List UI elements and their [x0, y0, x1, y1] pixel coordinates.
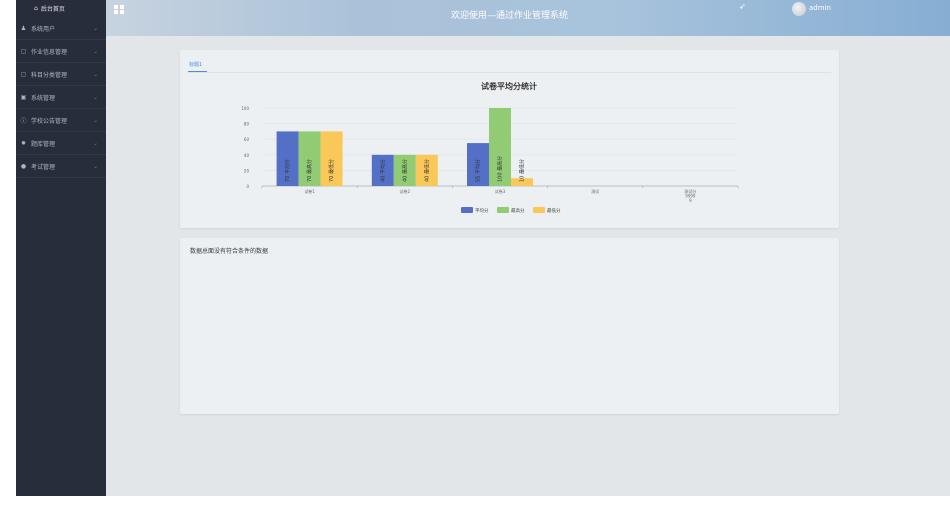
sidebar-item-label: 题库管理 — [31, 140, 56, 148]
bar-data-label: 70 最低分 — [328, 159, 335, 182]
user-avatar[interactable] — [792, 2, 806, 16]
bar-data-label: 70 平均分 — [284, 159, 291, 182]
empty-data-message: 数据总面没有符合条件的数据 — [190, 248, 269, 255]
chevron-down-icon: ⌄ — [92, 139, 98, 147]
x-tick-label: 试卷3 — [495, 188, 506, 194]
sidebar-item-5[interactable]: ⓘ 学校公告管理 ⌄ — [16, 109, 106, 132]
cursor-icon: ➶ — [739, 2, 746, 11]
info-icon: ⓘ — [20, 117, 27, 125]
sidebar-item-label: 考试管理 — [31, 163, 56, 171]
sidebar-item-3[interactable]: ▢ 科目分类管理 ⌄ — [16, 63, 106, 86]
legend-label: 最低分 — [547, 207, 561, 214]
pin-icon: ● — [20, 162, 27, 170]
legend-label: 最高分 — [511, 207, 525, 214]
data-card: 数据总面没有符合条件的数据 — [180, 238, 839, 414]
legend-swatch — [533, 207, 545, 213]
sidebar: ⌂ 后台首页 ♟ 系统用户 ⌄ ▢ 作业信息管理 ⌄ ▢ 科目分类管理 ⌄ ▣ 系统管理 ⌄ ⓘ 学校公告… — [16, 0, 106, 496]
sidebar-item-4[interactable]: ▣ 系统管理 ⌄ — [16, 86, 106, 109]
y-tick-label: 20 — [244, 168, 250, 173]
bar-data-label: 40 最高分 — [401, 159, 408, 182]
bar-data-label: 40 平均分 — [379, 159, 386, 182]
app-frame: ⌂ 后台首页 ♟ 系统用户 ⌄ ▢ 作业信息管理 ⌄ ▢ 科目分类管理 ⌄ ▣ 系统管理 ⌄ ⓘ 学校公告… — [16, 0, 950, 496]
folder-icon: ▢ — [20, 70, 27, 78]
sidebar-item-6[interactable]: ✹ 题库管理 ⌄ — [16, 132, 106, 155]
sidebar-item-2[interactable]: ▢ 作业信息管理 ⌄ — [16, 40, 106, 63]
bar-data-label: 70 最高分 — [306, 159, 313, 182]
chart-title: 试卷平均分统计 — [481, 81, 537, 91]
admin-username[interactable]: admin — [809, 4, 831, 12]
grid-menu-icon[interactable] — [114, 5, 124, 14]
top-header: 欢迎使用—通过作业管理系统 ➶ admin — [106, 0, 950, 36]
chevron-down-icon: ⌄ — [92, 47, 98, 55]
sidebar-item-label: 作业信息管理 — [31, 48, 68, 56]
sidebar-item-label: 科目分类管理 — [31, 71, 68, 79]
legend-label: 平均分 — [475, 207, 489, 214]
bar-data-label: 100 最高分 — [497, 156, 504, 182]
sidebar-home-label: 后台首页 — [40, 6, 65, 13]
legend-swatch — [497, 207, 509, 213]
legend-swatch — [461, 207, 473, 213]
home-icon: ⌂ — [34, 5, 38, 12]
chevron-down-icon: ⌄ — [92, 93, 98, 101]
chevron-down-icon: ⌄ — [92, 162, 98, 170]
bar-data-label: 10 最低分 — [519, 159, 526, 182]
document-icon: ▢ — [20, 47, 27, 55]
x-tick-label: 测试 — [591, 188, 599, 194]
gear-icon: ✹ — [20, 139, 27, 147]
welcome-title: 欢迎使用—通过作业管理系统 — [451, 11, 569, 21]
y-tick-label: 100 — [241, 106, 249, 111]
chevron-down-icon: ⌄ — [92, 70, 98, 78]
sidebar-item-7[interactable]: ● 考试管理 ⌄ — [16, 155, 106, 178]
sidebar-menu: ♟ 系统用户 ⌄ ▢ 作业信息管理 ⌄ ▢ 科目分类管理 ⌄ ▣ 系统管理 ⌄ ⓘ 学校公告管理 ⌄ ✹ 题库管… — [16, 17, 106, 178]
chart-card: 标题1 试卷平均分统计 0 20 40 60 80 100 试卷1 70 平均分 70 最高分 70… — [180, 50, 839, 228]
sidebar-home[interactable]: ⌂ 后台首页 — [16, 0, 106, 17]
score-chart: 试卷平均分统计 0 20 40 60 80 100 试卷1 70 平均分 70 最高分 70 最低分… — [241, 81, 739, 214]
sidebar-item-label: 系统用户 — [31, 25, 56, 33]
x-tick-label: 试卷1 — [304, 188, 315, 194]
chevron-down-icon: ⌄ — [92, 24, 98, 32]
chevron-down-icon: ⌄ — [92, 116, 98, 124]
y-tick-label: 0 — [246, 184, 249, 189]
user-icon: ♟ — [20, 24, 27, 32]
bar-data-label: 40 最低分 — [423, 159, 430, 182]
y-tick-label: 80 — [244, 122, 250, 127]
y-tick-label: 60 — [244, 137, 250, 142]
x-tick-label: 9 — [689, 198, 692, 203]
bar-data-label: 55 平均分 — [475, 159, 482, 182]
sidebar-item-label: 系统管理 — [31, 94, 56, 102]
sidebar-item-1[interactable]: ♟ 系统用户 ⌄ — [16, 17, 106, 40]
image-icon: ▣ — [20, 93, 27, 101]
sidebar-item-label: 学校公告管理 — [31, 117, 68, 125]
y-tick-label: 40 — [244, 153, 250, 158]
x-tick-label: 试卷2 — [400, 188, 411, 194]
